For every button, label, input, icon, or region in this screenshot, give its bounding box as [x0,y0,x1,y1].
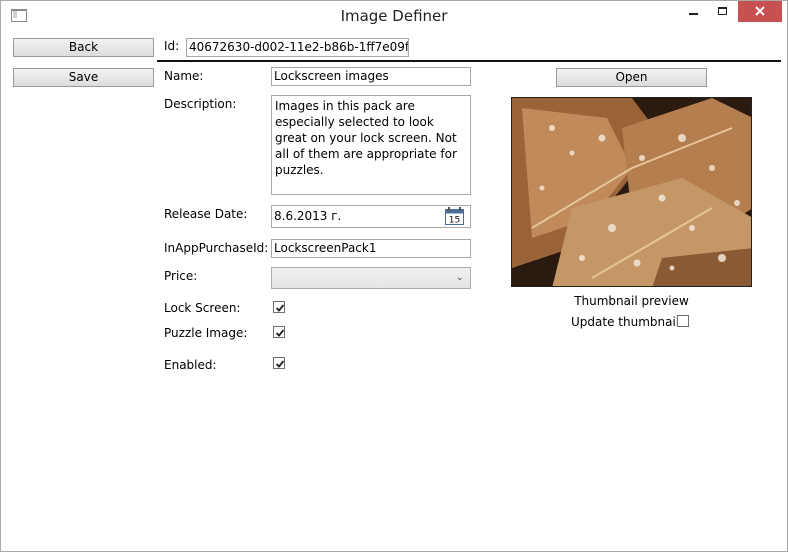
maximize-button[interactable] [709,1,737,23]
enabled-label: Enabled: [164,358,217,372]
back-button[interactable]: Back [13,38,154,57]
minimize-button[interactable] [679,1,709,23]
puzzle-image-checkbox[interactable] [273,326,285,338]
enabled-checkbox[interactable] [273,357,285,369]
header-divider [157,60,781,62]
thumbnail-image [511,97,752,287]
puzzle-image-label: Puzzle Image: [164,326,248,340]
close-icon [755,6,765,16]
checkmark-icon [275,360,285,368]
close-button[interactable] [738,1,782,22]
checkmark-icon [275,329,285,337]
id-field[interactable]: 40672630-d002-11e2-b86b-1ff7e09f2c8f [186,38,409,57]
update-thumbnail-checkbox[interactable] [677,315,689,327]
calendar-day: 15 [449,216,460,226]
release-date-picker[interactable]: 8.6.2013 г. [271,205,471,228]
price-dropdown[interactable]: ⌄ [271,267,471,289]
name-label: Name: [164,69,204,83]
price-label: Price: [164,269,198,283]
id-label: Id: [164,39,180,53]
description-label: Description: [164,97,237,111]
release-date-value: 8.6.2013 г. [274,209,342,223]
inapp-label: InAppPurchaseId: [164,241,269,255]
app-window: Image Definer Back Save Id: 40672630-d00… [0,0,788,552]
name-field[interactable]: Lockscreen images [271,67,471,86]
lock-screen-label: Lock Screen: [164,301,241,315]
calendar-icon[interactable]: 15 [445,207,464,225]
release-date-label: Release Date: [164,207,248,221]
title-bar: Image Definer [1,1,787,31]
save-button[interactable]: Save [13,68,154,87]
chevron-down-icon: ⌄ [455,272,464,283]
window-title: Image Definer [340,7,448,25]
description-textarea[interactable]: Images in this pack are especially selec… [271,95,471,195]
checkmark-icon [275,304,285,312]
update-thumbnail-label: Update thumbnail: [571,315,684,329]
inapp-purchase-id-field[interactable]: LockscreenPack1 [271,239,471,258]
open-button[interactable]: Open [556,68,707,87]
thumbnail-caption: Thumbnail preview [574,294,689,308]
lock-screen-checkbox[interactable] [273,301,285,313]
